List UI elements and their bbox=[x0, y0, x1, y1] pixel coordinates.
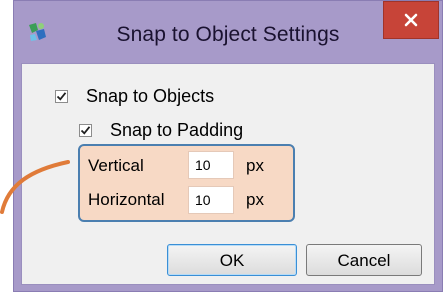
snap-padding-label: Snap to Padding bbox=[110, 120, 244, 140]
snap-padding-option[interactable]: Snap to Padding bbox=[79, 120, 243, 141]
close-button[interactable] bbox=[383, 1, 439, 39]
dialog-content: Snap to Objects Snap to Padding Vertical… bbox=[21, 63, 435, 285]
ok-button[interactable]: OK bbox=[167, 244, 297, 276]
horizontal-label: Horizontal bbox=[88, 190, 165, 209]
title-bar[interactable]: Snap to Object Settings bbox=[14, 1, 442, 63]
vertical-input[interactable] bbox=[188, 151, 234, 179]
close-icon bbox=[404, 13, 418, 27]
horizontal-input[interactable] bbox=[188, 186, 234, 214]
snap-padding-checkbox[interactable] bbox=[79, 124, 92, 137]
vertical-label: Vertical bbox=[88, 156, 144, 175]
snap-objects-checkbox[interactable] bbox=[55, 90, 68, 103]
snap-objects-option[interactable]: Snap to Objects bbox=[55, 86, 214, 107]
padding-group: Vertical px Horizontal px bbox=[78, 144, 295, 222]
cancel-button[interactable]: Cancel bbox=[306, 244, 422, 276]
window-title: Snap to Object Settings bbox=[116, 23, 340, 46]
checkmark-icon bbox=[56, 92, 67, 101]
horizontal-unit: px bbox=[246, 190, 264, 209]
vertical-unit: px bbox=[246, 156, 264, 175]
snap-objects-label: Snap to Objects bbox=[86, 86, 215, 106]
checkmark-icon bbox=[80, 126, 91, 135]
dialog-window: Snap to Object Settings Snap to Objects … bbox=[13, 0, 443, 292]
